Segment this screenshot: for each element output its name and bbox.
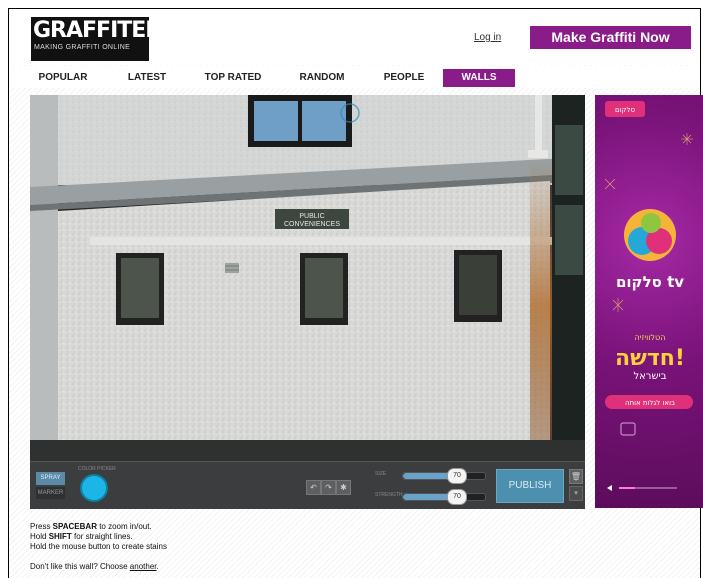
another-wall-line: Don't like this wall? Choose another. bbox=[30, 562, 159, 571]
another-wall-link[interactable]: another bbox=[130, 562, 157, 571]
strength-slider[interactable]: 70 bbox=[402, 489, 486, 505]
nav-item-top-rated[interactable]: TOP RATED bbox=[195, 69, 271, 87]
redo-icon[interactable]: ↷ bbox=[321, 480, 336, 495]
instruction-shift: Hold SHIFT for straight lines. bbox=[30, 532, 167, 542]
site-header: GRAFFITER MAKING GRAFFITI ONLINE Log in … bbox=[9, 9, 700, 65]
main-nav: POPULAR LATEST TOP RATED RANDOM PEOPLE W… bbox=[9, 66, 700, 88]
wall-canvas[interactable]: PUBLIC CONVENIENCES bbox=[30, 95, 585, 461]
eraser-icon[interactable]: ✱ bbox=[336, 480, 351, 495]
nav-item-latest[interactable]: LATEST bbox=[119, 69, 175, 87]
site-logo[interactable]: GRAFFITER MAKING GRAFFITI ONLINE bbox=[31, 17, 162, 61]
size-label: SIZE bbox=[375, 471, 387, 477]
ad-cta-label: בואו לגלות אותה bbox=[625, 399, 675, 407]
shift-key: SHIFT bbox=[48, 532, 72, 541]
undo-icon[interactable]: ↶ bbox=[306, 480, 321, 495]
nav-item-popular[interactable]: POPULAR bbox=[31, 69, 95, 87]
strength-label: STRENGTH bbox=[375, 492, 403, 498]
page-frame: GRAFFITER MAKING GRAFFITI ONLINE Log in … bbox=[8, 8, 703, 578]
instruction-stains: Hold the mouse button to create stains bbox=[30, 542, 167, 551]
ad-headline-big: חדשה! bbox=[615, 346, 685, 371]
sign-line1: PUBLIC bbox=[299, 213, 324, 220]
make-graffiti-button[interactable]: Make Graffiti Now bbox=[530, 26, 691, 49]
sign-line2: CONVENIENCES bbox=[284, 221, 340, 228]
instruction-zoom-post: to zoom in/out. bbox=[96, 522, 152, 531]
size-slider[interactable]: 70 bbox=[402, 468, 486, 484]
ad-tv-label: סלקום tv bbox=[616, 273, 684, 291]
ad-brand-label: סלקום bbox=[615, 106, 635, 114]
ad-headline-sub: בישראל bbox=[633, 371, 666, 382]
another-wall-pre: Don't like this wall? Choose bbox=[30, 562, 130, 571]
color-picker-label: COLOR PICKER bbox=[78, 466, 116, 472]
another-wall-post: . bbox=[156, 562, 159, 571]
drawing-toolbar: SPRAY MARKER COLOR PICKER ↶ ↷ ✱ SIZE 70 … bbox=[30, 461, 585, 509]
publish-button[interactable]: PUBLISH bbox=[496, 469, 564, 503]
more-options-icon[interactable]: ▾ bbox=[569, 486, 583, 501]
size-slider-knob[interactable]: 70 bbox=[447, 468, 467, 484]
nav-item-walls[interactable]: WALLS bbox=[443, 69, 515, 87]
color-picker-swatch[interactable] bbox=[80, 474, 108, 502]
nav-item-people[interactable]: PEOPLE bbox=[374, 69, 434, 87]
login-link[interactable]: Log in bbox=[474, 32, 501, 43]
nav-item-random[interactable]: RANDOM bbox=[290, 69, 354, 87]
logo-tagline: MAKING GRAFFITI ONLINE bbox=[34, 44, 131, 51]
instruction-zoom: Press SPACEBAR to zoom in/out. bbox=[30, 522, 167, 532]
spray-mode-button[interactable]: SPRAY bbox=[36, 472, 65, 485]
ad-banner[interactable]: סלקום סלקום tv הטלוויזיה חדשה! בישראל בו… bbox=[595, 95, 703, 508]
instruction-shift-post: for straight lines. bbox=[71, 532, 133, 541]
wall-image: PUBLIC CONVENIENCES bbox=[30, 95, 585, 461]
ad-headline-small: הטלוויזיה bbox=[635, 333, 666, 342]
instruction-zoom-pre: Press bbox=[30, 522, 53, 531]
logo-title: GRAFFITER bbox=[33, 18, 162, 43]
strength-slider-knob[interactable]: 70 bbox=[447, 489, 467, 505]
marker-mode-button[interactable]: MARKER bbox=[36, 487, 65, 499]
instructions: Press SPACEBAR to zoom in/out. Hold SHIF… bbox=[30, 522, 167, 552]
trash-icon[interactable]: 🗑 bbox=[569, 469, 583, 484]
instruction-shift-pre: Hold bbox=[30, 532, 49, 541]
ad-artwork: סלקום סלקום tv הטלוויזיה חדשה! בישראל בו… bbox=[604, 101, 693, 491]
spacebar-key: SPACEBAR bbox=[52, 522, 97, 531]
